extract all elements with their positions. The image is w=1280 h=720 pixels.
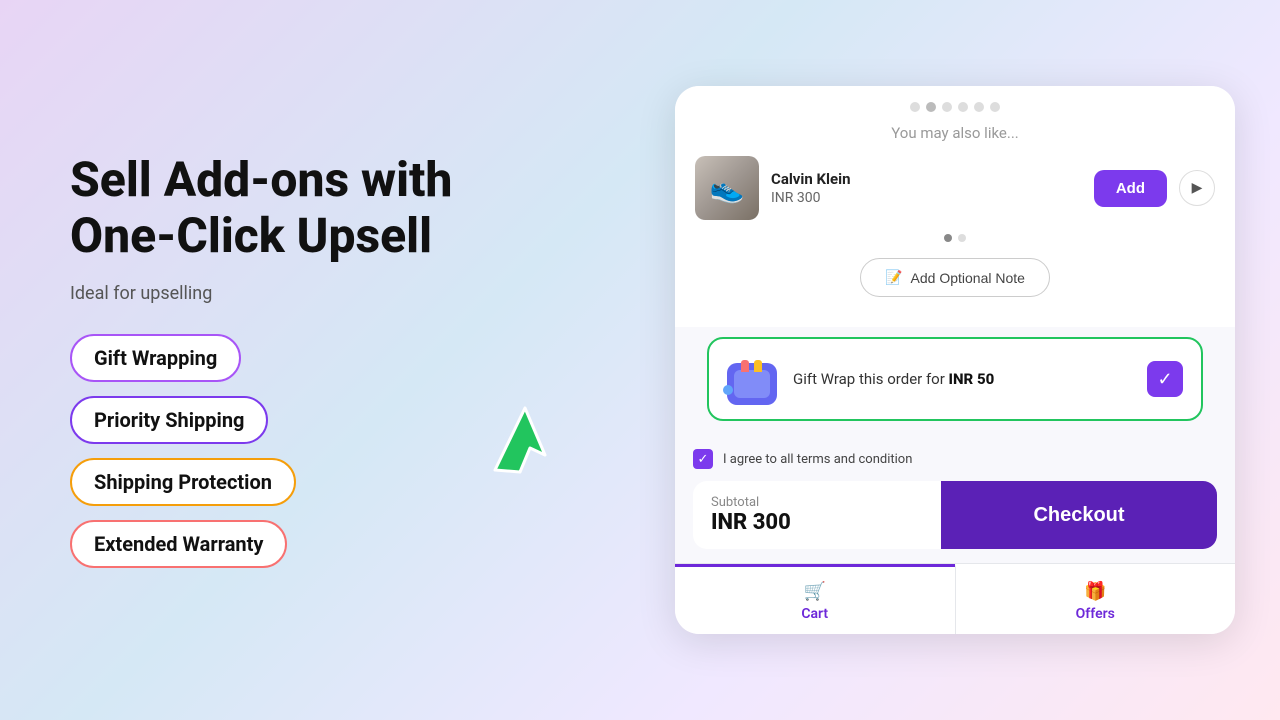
gift-wrap-price: INR 50: [949, 370, 995, 388]
subtotal-amount: INR 300: [711, 510, 923, 535]
tag-shipping-protection: Shipping Protection: [70, 458, 296, 506]
subtotal-box: Subtotal INR 300: [693, 481, 941, 549]
dot-active: [926, 102, 936, 112]
bottom-nav: 🛒 Cart 🎁 Offers: [675, 563, 1235, 634]
dot: [942, 102, 952, 112]
tag-extended-warranty: Extended Warranty: [70, 520, 287, 568]
checkout-button[interactable]: Checkout: [941, 481, 1217, 549]
cart-icon: 🛒: [804, 581, 826, 602]
offers-icon: 🎁: [1084, 581, 1106, 602]
right-panel: You may also like... 👟 Calvin Klein INR …: [660, 0, 1250, 720]
tag-priority-shipping: Priority Shipping: [70, 396, 268, 444]
product-row: 👟 Calvin Klein INR 300 Add ▶: [695, 156, 1215, 220]
card-bottom: ✓ I agree to all terms and condition Sub…: [675, 429, 1235, 549]
shoe-icon: 👟: [710, 172, 745, 205]
product-image-inner: 👟: [695, 156, 759, 220]
agree-row: ✓ I agree to all terms and condition: [693, 443, 1217, 481]
gift-wrap-text: Gift Wrap this order for INR 50: [793, 370, 1133, 388]
left-panel: Sell Add-ons with One-Click Upsell Ideal…: [0, 0, 570, 720]
add-product-button[interactable]: Add: [1094, 170, 1167, 207]
gift-wrap-card[interactable]: Gift Wrap this order for INR 50 ✓: [707, 337, 1203, 421]
gift-wrap-icon: [727, 353, 779, 405]
subtitle: Ideal for upselling: [70, 283, 500, 304]
headline: Sell Add-ons with One-Click Upsell: [70, 152, 500, 262]
cart-label: Cart: [801, 606, 828, 622]
carousel-dots-bottom: [695, 234, 1215, 242]
next-product-button[interactable]: ▶: [1179, 170, 1215, 206]
cursor-arrow-icon: [490, 400, 560, 480]
checkout-row: Subtotal INR 300 Checkout: [693, 481, 1217, 549]
product-name: Calvin Klein: [771, 170, 1082, 188]
optional-note-button[interactable]: 📝 Add Optional Note: [860, 258, 1050, 297]
product-info: Calvin Klein INR 300: [771, 170, 1082, 206]
dot2: [944, 234, 952, 242]
nav-offers[interactable]: 🎁 Offers: [955, 564, 1236, 634]
note-icon: 📝: [885, 269, 902, 286]
agree-checkbox[interactable]: ✓: [693, 449, 713, 469]
dot: [958, 102, 968, 112]
product-image: 👟: [695, 156, 759, 220]
tag-gift-wrapping: Gift Wrapping: [70, 334, 241, 382]
card-top: You may also like... 👟 Calvin Klein INR …: [675, 86, 1235, 327]
offers-label: Offers: [1076, 606, 1115, 622]
gift-wrap-checkbox[interactable]: ✓: [1147, 361, 1183, 397]
phone-card: You may also like... 👟 Calvin Klein INR …: [675, 86, 1235, 634]
dot: [990, 102, 1000, 112]
tag-list: Gift Wrapping Priority Shipping Shipping…: [70, 334, 500, 568]
dot: [910, 102, 920, 112]
also-like-title: You may also like...: [695, 124, 1215, 142]
agree-text: I agree to all terms and condition: [723, 452, 912, 467]
product-price: INR 300: [771, 190, 1082, 206]
dot: [974, 102, 984, 112]
carousel-dots-top: [695, 102, 1215, 112]
nav-cart[interactable]: 🛒 Cart: [675, 564, 955, 634]
dot2: [958, 234, 966, 242]
subtotal-label: Subtotal: [711, 495, 923, 510]
